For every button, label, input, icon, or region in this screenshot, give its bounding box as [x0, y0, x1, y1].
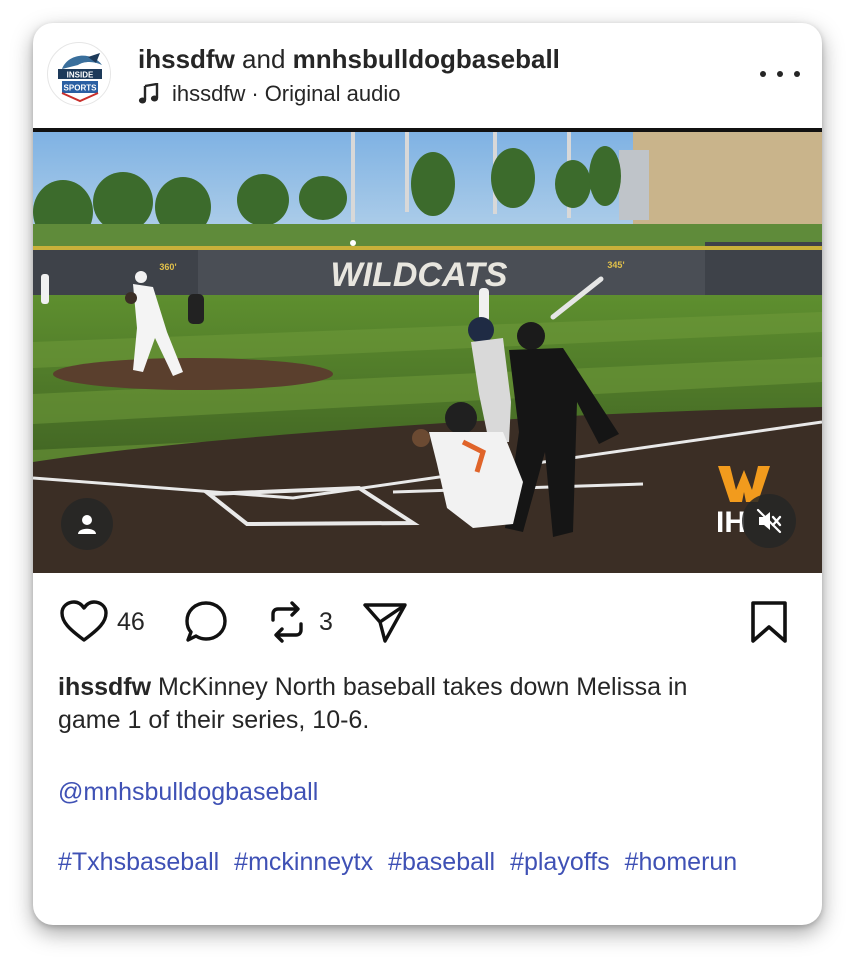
caption-text-2: game 1 of their series, 10-6.: [58, 706, 370, 734]
repost-arrows-icon: [271, 601, 303, 643]
hashtag-link[interactable]: #playoffs: [510, 848, 610, 876]
hashtag-link[interactable]: #mckinneytx: [234, 848, 373, 876]
avatar-text-bottom: SPORTS: [64, 84, 98, 93]
person-icon: [78, 515, 96, 534]
bookmark-icon: [751, 601, 787, 643]
baseball-game-video-frame: 360' 345' WILDCATS: [33, 132, 822, 573]
mention-link[interactable]: @mnhsbulldogbaseball: [58, 776, 318, 809]
repost-count: 3: [319, 607, 333, 636]
author-connector: and: [242, 44, 286, 74]
author-primary[interactable]: ihssdfw: [138, 44, 235, 74]
video-player[interactable]: 360' 345' WILDCATS IH: [33, 132, 822, 573]
hashtag-link[interactable]: #baseball: [388, 848, 495, 876]
outfield-wall-text: WILDCATS: [331, 256, 508, 294]
caption-line-1: ihssdfw McKinney North baseball takes do…: [58, 671, 798, 704]
author-secondary[interactable]: mnhsbulldogbaseball: [293, 44, 560, 74]
post-caption: ihssdfw McKinney North baseball takes do…: [58, 671, 798, 737]
hashtag-link[interactable]: #homerun: [625, 848, 738, 876]
avatar[interactable]: INSIDE SPORTS: [47, 42, 111, 106]
more-options-button[interactable]: [760, 61, 800, 87]
fence-distance-left: 360': [159, 262, 176, 272]
speaker-muted-icon: [756, 508, 782, 534]
comment-bubble-icon: [185, 601, 227, 642]
audio-attribution[interactable]: ihssdfw · Original audio: [138, 80, 400, 108]
post-actions-bar: 46 3: [33, 596, 822, 648]
audio-label: Original audio: [264, 81, 401, 106]
music-note-icon: [138, 83, 159, 104]
repost-button[interactable]: 3: [263, 596, 333, 648]
share-button[interactable]: [361, 596, 409, 648]
audio-separator: ·: [251, 81, 259, 106]
heart-icon: [60, 600, 108, 642]
audio-owner: ihssdfw: [172, 81, 246, 106]
fence-distance-right: 345': [607, 260, 624, 270]
comment-button[interactable]: [183, 596, 229, 648]
more-dot-icon: [760, 71, 766, 77]
send-paper-plane-icon: [363, 603, 407, 643]
post-header: INSIDE SPORTS ihssdfw and mnhsbulldogbas…: [33, 23, 822, 128]
more-dot-icon: [777, 71, 783, 77]
inside-sports-logo-icon: INSIDE SPORTS: [49, 44, 110, 105]
post-authors: ihssdfw and mnhsbulldogbaseball: [138, 43, 560, 75]
like-button[interactable]: 46: [59, 596, 145, 648]
avatar-text-top: INSIDE: [67, 71, 94, 80]
caption-text-1: McKinney North baseball takes down Melis…: [151, 673, 688, 701]
more-dot-icon: [794, 71, 800, 77]
hashtag-link[interactable]: #Txhsbaseball: [58, 848, 219, 876]
mute-toggle-button[interactable]: [742, 494, 796, 548]
hashtag-list: #Txhsbaseball #mckinneytx #baseball #pla…: [58, 846, 798, 879]
caption-username[interactable]: ihssdfw: [58, 673, 151, 701]
like-count: 46: [117, 607, 145, 636]
tagged-users-button[interactable]: [61, 498, 113, 550]
bookmark-button[interactable]: [749, 596, 789, 648]
post-card: INSIDE SPORTS ihssdfw and mnhsbulldogbas…: [33, 23, 822, 925]
